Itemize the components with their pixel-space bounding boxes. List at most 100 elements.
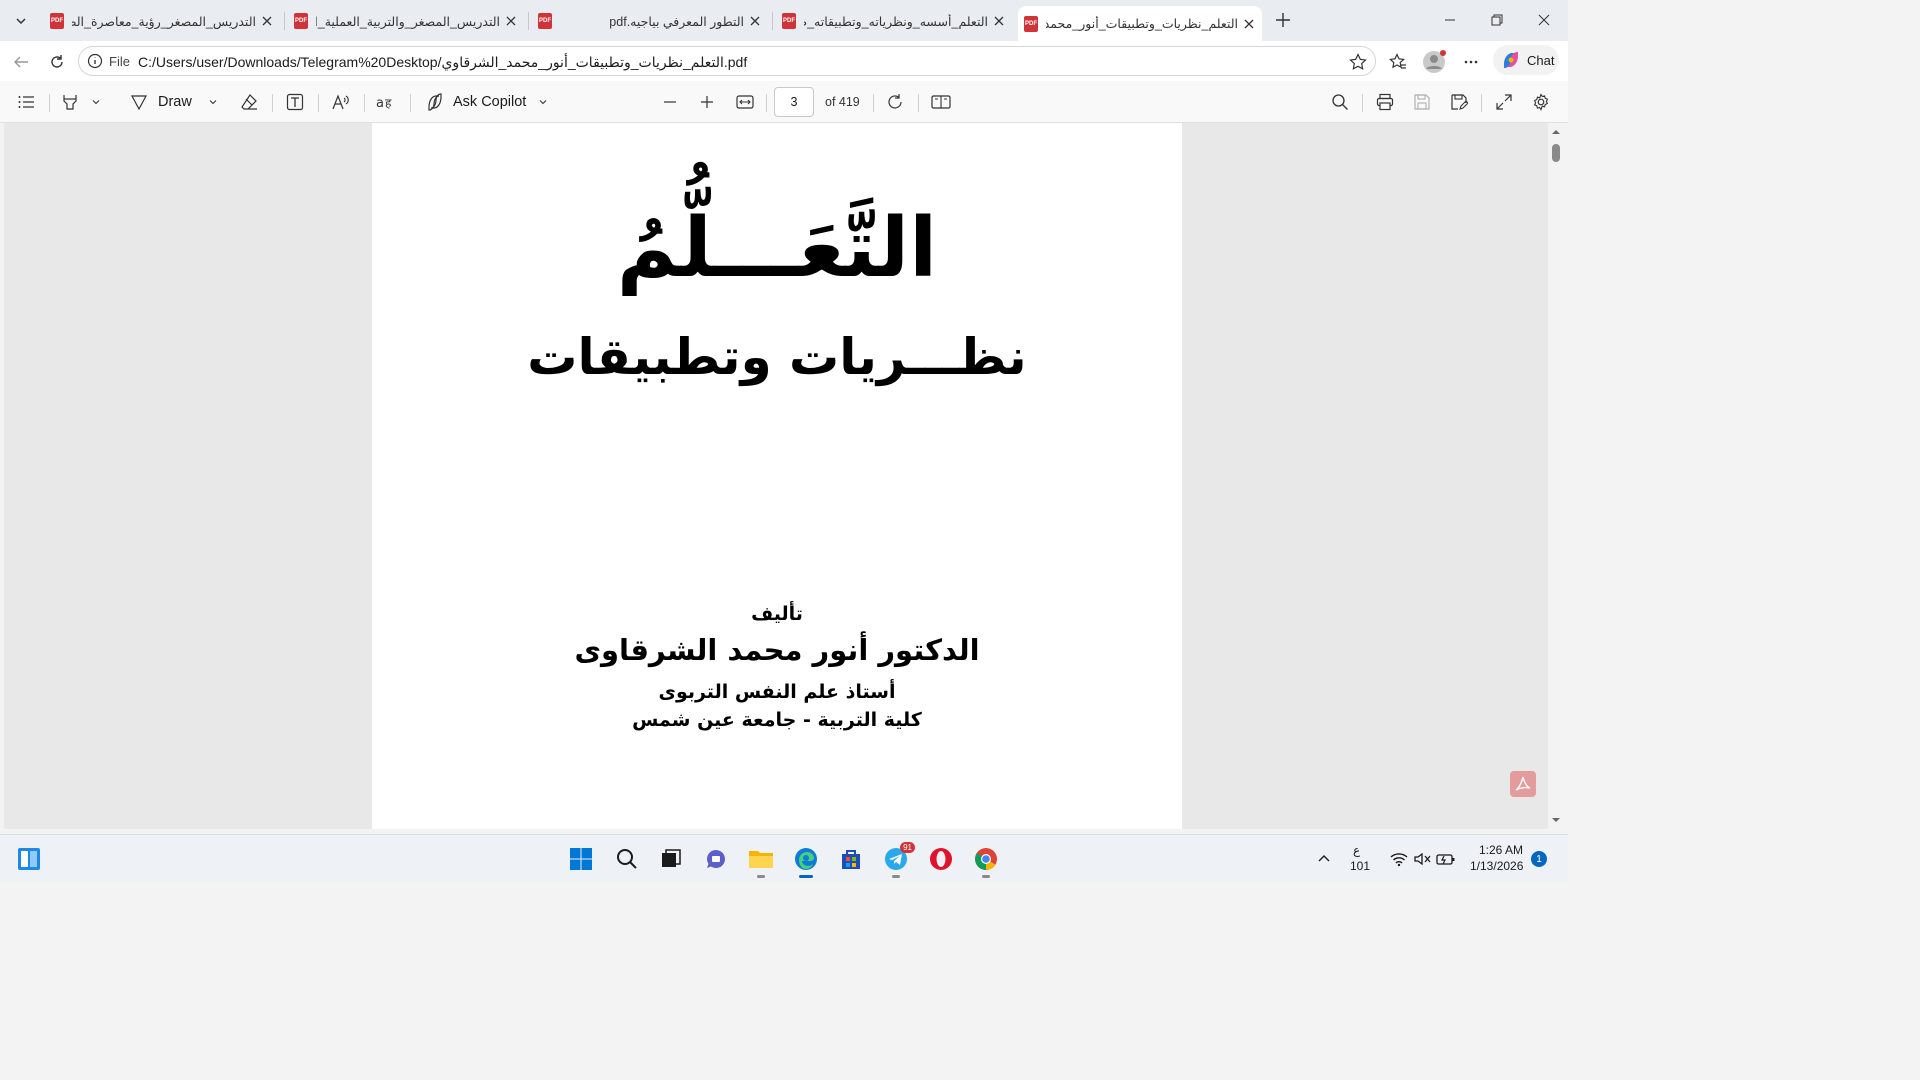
store-icon: [842, 850, 860, 869]
page-count: of 419: [825, 95, 860, 109]
url-text[interactable]: C:/Users/user/Downloads/Telegram%20Deskt…: [138, 54, 747, 71]
widgets-button[interactable]: [14, 844, 44, 874]
add-text-button[interactable]: [286, 90, 304, 114]
tab-2[interactable]: PDF التدريس_المصغر_والتربية_العملية_ال: [288, 6, 524, 36]
tab-1[interactable]: PDF التدريس_المصغر_رؤية_معاصرة_الصا: [44, 6, 280, 36]
opera-button[interactable]: [926, 844, 956, 874]
pdf-file-icon: PDF: [294, 13, 308, 29]
save-as-icon: [1451, 94, 1468, 110]
clock-time[interactable]: 1:26 AM: [1479, 843, 1523, 857]
copilot-chat-button[interactable]: Chat: [1493, 45, 1559, 75]
info-icon[interactable]: [87, 53, 103, 69]
window-close-button[interactable]: [1529, 8, 1559, 32]
acrobat-button[interactable]: [1510, 771, 1536, 797]
file-explorer-button[interactable]: [746, 844, 776, 878]
favorites-button[interactable]: [1385, 49, 1411, 75]
tab-strip: PDF التدريس_المصغر_رؤية_معاصرة_الصا PDF …: [0, 0, 1568, 41]
zoom-in-button[interactable]: [699, 90, 715, 114]
tab-5-active[interactable]: PDF التعلم_نظريات_وتطبيقات_أنور_محمد: [1018, 6, 1262, 41]
teams-icon: [706, 850, 725, 869]
search-button[interactable]: [1331, 90, 1349, 114]
zoom-out-button[interactable]: [662, 90, 678, 114]
start-button[interactable]: [566, 844, 596, 874]
clock-date[interactable]: 1/13/2026: [1470, 859, 1523, 873]
scroll-down-icon[interactable]: [1551, 815, 1561, 825]
read-aloud-button[interactable]: [332, 90, 350, 114]
store-button[interactable]: [836, 844, 866, 874]
chrome-button[interactable]: [971, 844, 1001, 878]
new-tab-button[interactable]: [1272, 9, 1294, 31]
close-icon[interactable]: [504, 14, 518, 28]
fit-width-button[interactable]: [736, 90, 754, 114]
chat-label: Chat: [1527, 52, 1555, 68]
task-view-button[interactable]: [656, 844, 686, 874]
scroll-up-icon[interactable]: [1551, 127, 1561, 137]
translate-icon: aह: [376, 96, 392, 111]
page-view-button[interactable]: [931, 90, 951, 114]
restore-button[interactable]: [1482, 8, 1512, 32]
print-button[interactable]: [1376, 90, 1394, 114]
author-name: الدكتور أنور محمد الشرقاوى: [574, 633, 980, 667]
pdf-file-icon: PDF: [782, 13, 796, 29]
task-view-icon: [662, 849, 681, 867]
toolbar-divider: [1362, 94, 1363, 112]
rotate-button[interactable]: [886, 90, 904, 114]
running-indicator: [757, 875, 765, 878]
zoom-out-icon: [664, 101, 676, 103]
wifi-icon: [1390, 853, 1408, 867]
ask-copilot-button[interactable]: Ask Copilot: [425, 90, 548, 114]
author-institution: كلية التربية - جامعة عين شمس: [632, 709, 922, 731]
tray-chevron-icon: [1318, 855, 1330, 862]
tab-title: التدريس_المصغر_والتربية_العملية_ال: [316, 14, 500, 29]
more-button[interactable]: [1458, 49, 1484, 75]
minimize-button[interactable]: [1435, 8, 1465, 32]
chevron-down-icon: [92, 100, 100, 105]
settings-button[interactable]: [1532, 90, 1550, 114]
translate-button[interactable]: aह: [376, 90, 396, 114]
contents-button[interactable]: [17, 90, 35, 114]
back-button[interactable]: [8, 49, 34, 75]
address-bar[interactable]: File C:/Users/user/Downloads/Telegram%20…: [78, 46, 1376, 76]
fullscreen-button[interactable]: [1495, 90, 1513, 114]
tab-4[interactable]: PDF التعلم_أسسه_ونظرياته_وتطبيقاته_ط: [776, 6, 1012, 36]
favorite-star-icon[interactable]: [1349, 53, 1367, 71]
save-as-button[interactable]: [1450, 90, 1468, 114]
close-icon[interactable]: [992, 14, 1006, 28]
opera-icon: [930, 848, 952, 870]
page-view-icon: [931, 95, 951, 109]
book-title: التَّعَـــلُّمُ: [616, 201, 940, 296]
print-icon: [1376, 93, 1394, 111]
rotate-icon: [888, 94, 902, 109]
close-icon[interactable]: [1242, 17, 1256, 31]
battery-button[interactable]: [1431, 844, 1461, 874]
vertical-scrollbar[interactable]: [1548, 123, 1564, 829]
profile-button[interactable]: [1421, 49, 1447, 75]
profile-icon: [1423, 50, 1446, 73]
telegram-button[interactable]: 91: [881, 842, 915, 878]
tab-title: التعلم_نظريات_وتطبيقات_أنور_محمد: [1046, 17, 1238, 31]
refresh-button[interactable]: [44, 49, 70, 75]
notification-badge[interactable]: 1: [1531, 851, 1547, 867]
pdf-file-icon: PDF: [538, 13, 552, 29]
toolbar-divider: [918, 94, 919, 112]
draw-button[interactable]: Draw: [130, 90, 218, 114]
tray-overflow-button[interactable]: [1309, 844, 1339, 874]
close-icon[interactable]: [260, 14, 274, 28]
save-button[interactable]: [1413, 90, 1431, 114]
keyboard-language[interactable]: ع: [1353, 843, 1360, 857]
tab-divider: [528, 12, 529, 30]
edge-button[interactable]: [791, 844, 821, 878]
close-icon[interactable]: [748, 14, 762, 28]
scroll-thumb[interactable]: [1552, 144, 1560, 162]
page-number-input[interactable]: [774, 87, 814, 117]
zoom-in-icon: [701, 96, 713, 108]
tab-actions-button[interactable]: [8, 8, 34, 34]
highlight-button[interactable]: [61, 90, 101, 114]
teams-button[interactable]: [701, 844, 731, 874]
erase-button[interactable]: [240, 90, 258, 114]
pdf-viewer[interactable]: التَّعَـــلُّمُ نظـــريات وتطبيقات تأليف…: [4, 123, 1548, 829]
taskbar-search-button[interactable]: [612, 844, 642, 874]
tab-3[interactable]: PDF التطور المعرفي بياجيه.pdf: [532, 6, 768, 36]
more-icon: [1464, 60, 1478, 64]
read-aloud-icon: [332, 94, 349, 110]
